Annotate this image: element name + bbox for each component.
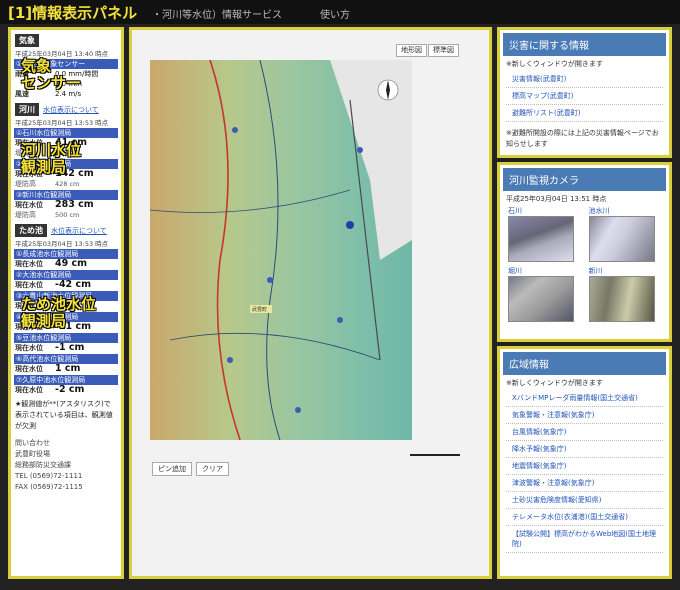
overlay-river: 河川水位 観測局: [21, 142, 81, 176]
weather-tag: 気象: [15, 34, 39, 47]
pond-station-marker: [232, 127, 238, 133]
camera-image: [508, 216, 574, 262]
disaster-note: ※新しくウィンドウが開きます: [506, 60, 603, 68]
camera-timestamp: 平成25年03月04日 13:51 時点: [506, 195, 607, 203]
map-view[interactable]: 武豊町: [150, 60, 412, 440]
area-link[interactable]: 【試験公開】標高がわかるWeb地図(国土地理院): [506, 526, 663, 553]
river-station-marker: [357, 147, 363, 153]
camera-panel: 河川監視カメラ 平成25年03月04日 13:51 時点 石川 池水川 堀川 新…: [497, 162, 672, 342]
disaster-title: 災害に関する情報: [503, 33, 666, 56]
contact-title: 問い合わせ: [15, 439, 50, 447]
pond-level-help-link[interactable]: 水位表示について: [51, 226, 107, 236]
overlay-pond: ため池水位 観測局: [21, 296, 96, 330]
pond-station-marker: [295, 407, 301, 413]
area-link[interactable]: XバンドMPレーダ雨量情報(国土交通省): [506, 390, 663, 407]
camera-label: 堀川: [508, 267, 522, 275]
disaster-panel: 災害に関する情報 ※新しくウィンドウが開きます 災害情報(武豊町) 標高マップ(…: [497, 27, 672, 158]
disaster-text: ※避難所開設の際には上記の災害情報ページでお知らせします: [506, 129, 659, 148]
camera-label: 池水川: [588, 207, 610, 215]
contact-block: 問い合わせ 武豊町役場 総務部防災交通課 TEL (0569)72-1111 F…: [15, 438, 117, 493]
top-bar: [1]情報表示パネル ・河川等水位）情報サービス 使い方: [0, 0, 680, 24]
add-pin-button[interactable]: ピン追加: [152, 462, 192, 476]
camera-tile[interactable]: 堀川: [508, 266, 581, 322]
river-station-marker: [346, 221, 354, 229]
standard-map-button[interactable]: 標準図: [428, 44, 459, 57]
area-link[interactable]: 地震情報(気象庁): [506, 458, 663, 475]
camera-image: [508, 276, 574, 322]
camera-tile[interactable]: 新川: [588, 266, 662, 322]
river-timestamp: 平成25年03月04日 13:53 時点: [15, 119, 109, 127]
info-panel: 気象 平成25年03月04日 13:40 時点 ①武豊町気象センサー 雨量 0.0…: [8, 27, 124, 579]
contact-dept: 総務部防災交通課: [15, 461, 71, 469]
pond-level-row: 現在水位 49 cm: [15, 258, 88, 269]
overlay-line: 河川水位: [21, 141, 82, 159]
area-title: 広域情報: [503, 352, 666, 375]
usage-link[interactable]: 使い方: [320, 6, 350, 21]
disaster-link[interactable]: 避難所リスト(武豊町): [506, 105, 663, 122]
disaster-link[interactable]: 標高マップ(武豊町): [506, 88, 663, 105]
pond-station-marker: [227, 357, 233, 363]
overlay-line: 気象: [21, 57, 52, 75]
camera-label: 石川: [508, 207, 522, 215]
missing-note: ★観測値が**(アスタリスク)で表示されている項目は、観測値が欠測: [15, 400, 113, 430]
panel-title: [1]情報表示パネル: [8, 4, 138, 22]
camera-tile[interactable]: 石川: [508, 206, 581, 262]
camera-tile[interactable]: 池水川: [588, 206, 662, 262]
pond-tag: ため池: [15, 224, 47, 237]
area-panel: 広域情報 ※新しくウィンドウが開きます XバンドMPレーダ雨量情報(国土交通省)…: [497, 346, 672, 579]
overlay-weather: 気象 センサー: [21, 58, 81, 92]
area-link[interactable]: テレメータ水位(衣浦港)(国土交通省): [506, 509, 663, 526]
map-panel: 地形図 標準図 武豊町 ピン追加 クリア: [129, 27, 492, 579]
service-title: ・河川等水位）情報サービス: [152, 10, 282, 21]
contact-tel: TEL (0569)72-1111: [15, 472, 83, 480]
river-bank-row: 堤防高 428 cm: [15, 180, 80, 188]
river-tag: 河川: [15, 103, 39, 116]
pond-timestamp: 平成25年03月04日 13:53 時点: [15, 240, 109, 248]
clear-button[interactable]: クリア: [196, 462, 229, 476]
overlay-line: ため池水位: [21, 295, 97, 313]
disaster-link[interactable]: 災害情報(武豊町): [506, 71, 663, 88]
river-level-help-link[interactable]: 水位表示について: [43, 105, 99, 115]
river-station-marker: [337, 317, 343, 323]
area-link[interactable]: 津波警報・注意報(気象庁): [506, 475, 663, 492]
pond-level-row: 現在水位 1 cm: [15, 363, 81, 374]
area-link[interactable]: 降水予報(気象庁): [506, 441, 663, 458]
terrain-map-button[interactable]: 地形図: [396, 44, 427, 57]
pond-level-row: 現在水位 -42 cm: [15, 279, 92, 290]
pond-level-row: 現在水位 -2 cm: [15, 384, 85, 395]
overlay-line: 観測局: [21, 312, 67, 330]
river-bank-row: 堤防高 500 cm: [15, 211, 80, 219]
overlay-line: センサー: [21, 74, 82, 92]
camera-title: 河川監視カメラ: [503, 168, 666, 191]
scale-bar: [410, 454, 460, 458]
river-level-row: 現在水位 283 cm: [15, 199, 94, 210]
area-note: ※新しくウィンドウが開きます: [506, 379, 603, 387]
town-label: 武豊町: [252, 306, 267, 313]
area-link[interactable]: 台風情報(気象庁): [506, 424, 663, 441]
camera-image: [588, 276, 655, 322]
pond-level-row: 現在水位 -1 cm: [15, 342, 85, 353]
overlay-line: 観測局: [21, 158, 67, 176]
camera-label: 新川: [588, 267, 603, 275]
area-link[interactable]: 土砂災害危険度情報(愛知県): [506, 492, 663, 509]
area-link[interactable]: 気象警報・注意報(気象庁): [506, 407, 663, 424]
pond-station-marker: [267, 277, 273, 283]
contact-org: 武豊町役場: [15, 450, 50, 458]
camera-image: [588, 216, 655, 262]
contact-fax: FAX (0569)72-1115: [15, 483, 83, 491]
